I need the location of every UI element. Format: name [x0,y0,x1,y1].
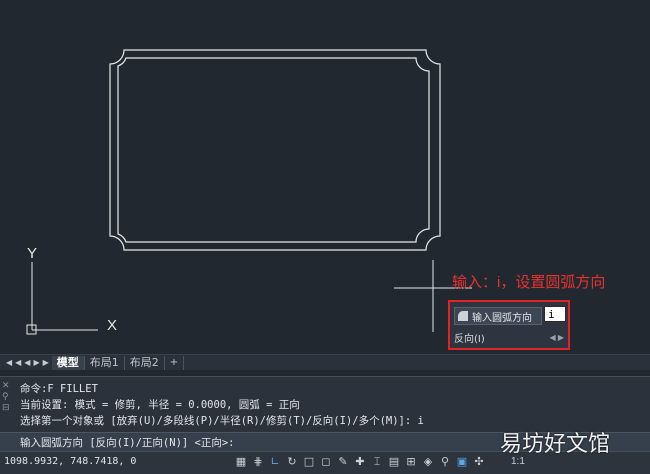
command-prompt[interactable]: 输入圆弧方向 [反向(I)/正向(N)] <正向>: [20,435,235,450]
annotation-scale-icon[interactable]: ◈ [421,455,435,469]
outer-filleted-rectangle[interactable] [109,49,441,251]
selection-cycling-icon[interactable]: ▤ [387,455,401,469]
arc-direction-icon [458,311,468,321]
history-line: 当前设置: 模式 = 修剪, 半径 = 0.0000, 圆弧 = 正向 [20,399,300,411]
inner-filleted-rectangle[interactable] [117,57,430,243]
status-toggle-group: ▦ ⋕ ∟ ↻ □ ◻ ✎ ✚ ⌶ ▤ ⊞ ◈ ⚲ ▣ ✣ [234,455,486,469]
ortho-icon[interactable]: ∟ [268,455,282,469]
workspace-icon[interactable]: ⚲ [438,455,452,469]
add-layout-tab-button[interactable]: + [165,355,185,370]
tab-model[interactable]: 模型 [51,355,85,370]
option-cycle-arrows-icon[interactable]: ◀ ▶ [549,333,564,342]
dynamic-prompt-option-row[interactable]: 反向(I) ◀ ▶ [454,329,564,345]
red-annotation-text: 输入：i，设置圆弧方向 [452,274,606,291]
dynamic-prompt-label: 输入圆弧方向 [472,312,532,324]
command-history: ✕ ⚲ ⊟ 命令:F FILLET 当前设置: 模式 = 修剪, 半径 = 0.00… [0,376,650,432]
cursor-coordinates: 1098.9932, 748.7418, 0 [4,456,137,467]
lineweight-icon[interactable]: ✚ [353,455,367,469]
otrack-icon[interactable]: ◻ [319,455,333,469]
tab-layout1[interactable]: 布局1 [85,355,125,370]
ucs-x-label: X [107,317,117,334]
dynamic-prompt-input[interactable]: i [544,306,566,322]
annotation-icon[interactable]: ⊞ [404,455,418,469]
dynamic-prompt-label-box: 输入圆弧方向 [454,307,542,325]
option-reverse[interactable]: 反向(I) [454,330,485,345]
ucs-icon: Y X [26,245,117,335]
transparency-icon[interactable]: ⌶ [370,455,384,469]
tab-nav-arrows-icon[interactable]: ◀◀◀▶▶ [6,358,52,367]
history-line: 选择第一个对象或 [放弃(U)/多段线(P)/半径(R)/修剪(T)/反向(I)… [20,415,424,427]
history-line: 命令:F FILLET [20,383,98,395]
tab-layout2[interactable]: 布局2 [125,355,165,370]
snap-icon[interactable]: ⋕ [251,455,265,469]
ucs-y-label: Y [27,245,37,262]
drawing-viewport[interactable]: Y X 输入：i，设置圆弧方向 输入圆弧方向 i 反向(I) ◀ ▶ [0,0,650,354]
watermark: 易坊好文馆 [500,432,611,457]
isolate-icon[interactable]: ✣ [472,455,486,469]
grid-icon[interactable]: ▦ [234,455,248,469]
dynamic-input-prompt[interactable]: 输入圆弧方向 i 反向(I) ◀ ▶ [448,300,570,350]
dyn-icon[interactable]: ✎ [336,455,350,469]
command-window-grip-icon[interactable]: ✕ ⚲ ⊟ [2,380,14,413]
layout-tab-bar: ◀◀◀▶▶ 模型 布局1 布局2 + [0,354,650,370]
polar-icon[interactable]: ↻ [285,455,299,469]
osnap-icon[interactable]: □ [302,455,316,469]
gear-icon[interactable]: ▣ [455,455,469,469]
